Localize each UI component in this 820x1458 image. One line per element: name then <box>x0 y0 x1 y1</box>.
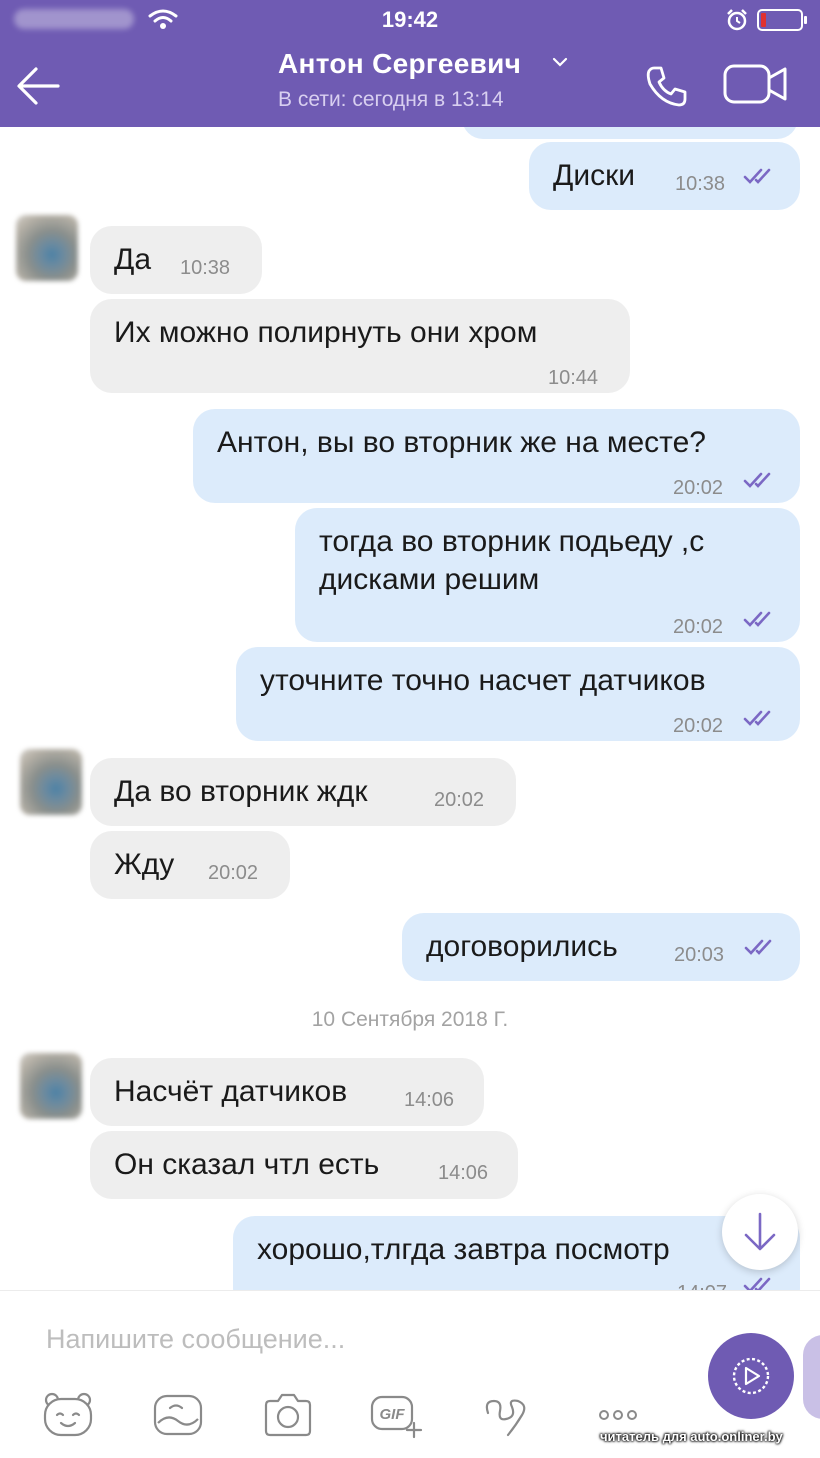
message-bubble[interactable]: Он сказал чтл есть 14:06 <box>90 1131 518 1199</box>
status-time: 19:42 <box>381 7 439 32</box>
avatar[interactable] <box>20 749 82 815</box>
read-ticks-icon <box>743 710 771 726</box>
message-input[interactable] <box>46 1319 646 1359</box>
message-text: уточните точно насчет датчиков <box>260 664 706 697</box>
message-time: 10:38 <box>180 257 231 279</box>
message-time: 10:38 <box>675 173 726 195</box>
message-text: Насчёт датчиков <box>114 1075 348 1108</box>
chevron-down-icon[interactable] <box>552 56 568 68</box>
alarm-icon <box>727 9 747 31</box>
message-bubble[interactable]: уточните точно насчет датчиков 20:02 <box>236 647 800 741</box>
message-text: тогда во вторник подьеду ,с дисками реши… <box>319 525 705 596</box>
avatar[interactable] <box>20 1053 82 1119</box>
message-bubble[interactable]: Да 10:38 <box>90 226 262 294</box>
image-icon[interactable] <box>150 1391 206 1439</box>
message-time: 20:02 <box>673 715 724 737</box>
message-list[interactable]: Диски 10:38 Да 10:38 Их можно полирнуть … <box>0 127 820 1290</box>
message-text: Их можно полирнуть они хром <box>114 316 538 349</box>
message-bubble-partial <box>462 127 798 139</box>
message-bubble[interactable]: Их можно полирнуть они хром 10:44 <box>90 299 630 393</box>
message-text: Он сказал чтл есть <box>114 1148 380 1181</box>
message-bubble[interactable]: Диски 10:38 <box>529 142 800 210</box>
video-call-icon[interactable] <box>722 62 788 106</box>
read-ticks-icon <box>743 472 771 488</box>
date-separator: 10 Сентября 2018 Г. <box>311 1008 509 1031</box>
contact-status: В сети: сегодня в 13:14 <box>278 88 504 111</box>
chat-header: 19:42 Антон Сергеевич В сети: сегодня в … <box>0 0 820 127</box>
message-text: Антон, вы во вторник же на месте? <box>217 426 706 459</box>
sticker-bear-icon[interactable] <box>40 1391 96 1439</box>
message-bubble[interactable]: договорились 20:03 <box>402 913 800 981</box>
camera-icon[interactable] <box>260 1391 316 1439</box>
status-bar: 19:42 <box>0 0 820 40</box>
message-bubble[interactable]: Насчёт датчиков 14:06 <box>90 1058 484 1126</box>
message-text: Да <box>114 243 152 276</box>
message-time: 20:02 <box>208 862 259 884</box>
avatar[interactable] <box>16 215 78 281</box>
svg-text:GIF: GIF <box>380 1406 406 1423</box>
scroll-to-bottom-button[interactable] <box>722 1194 798 1270</box>
message-text: Диски <box>553 159 635 192</box>
message-time: 20:02 <box>673 477 724 499</box>
back-arrow-icon[interactable] <box>14 64 62 108</box>
message-time: 14:06 <box>438 1162 489 1184</box>
message-time: 20:03 <box>674 944 725 966</box>
doodle-icon[interactable] <box>478 1391 534 1439</box>
message-bubble[interactable]: Антон, вы во вторник же на месте? 20:02 <box>193 409 800 503</box>
message-bubble[interactable]: Да во вторник ждк 20:02 <box>90 758 516 826</box>
message-time: 20:02 <box>673 616 724 638</box>
message-bubble[interactable]: хорошо,тлгда завтра посмотр 14:07 <box>233 1216 800 1290</box>
message-time: 10:44 <box>548 367 599 389</box>
play-circle-icon <box>732 1357 770 1395</box>
message-text: договорились <box>426 930 618 963</box>
gif-icon[interactable]: GIF <box>368 1391 424 1439</box>
watermark: читатель для auto.onliner.by <box>600 1429 783 1444</box>
secondary-action-button[interactable] <box>803 1335 820 1419</box>
read-ticks-icon <box>743 168 771 184</box>
phone-call-icon[interactable] <box>642 62 690 110</box>
battery-icon <box>757 9 807 31</box>
message-bubble[interactable]: тогда во вторник подьеду ,с дисками реши… <box>295 508 800 642</box>
read-ticks-icon <box>743 611 771 627</box>
message-text: Да во вторник ждк <box>114 775 368 808</box>
message-time: 14:06 <box>404 1089 455 1111</box>
message-composer: GIF читатель для auto.onliner.by <box>0 1290 820 1458</box>
arrow-down-icon <box>744 1212 776 1251</box>
read-ticks-icon <box>743 1277 771 1290</box>
message-text: хорошо,тлгда завтра посмотр <box>257 1233 670 1266</box>
message-time: 14:07 <box>677 1274 727 1290</box>
message-bubble[interactable]: Жду 20:02 <box>90 831 290 899</box>
message-text: Жду <box>114 848 175 881</box>
voice-send-button[interactable] <box>708 1333 794 1419</box>
read-ticks-icon <box>744 939 772 955</box>
message-time: 20:02 <box>434 789 485 811</box>
contact-name[interactable]: Антон Сергеевич <box>278 48 521 80</box>
